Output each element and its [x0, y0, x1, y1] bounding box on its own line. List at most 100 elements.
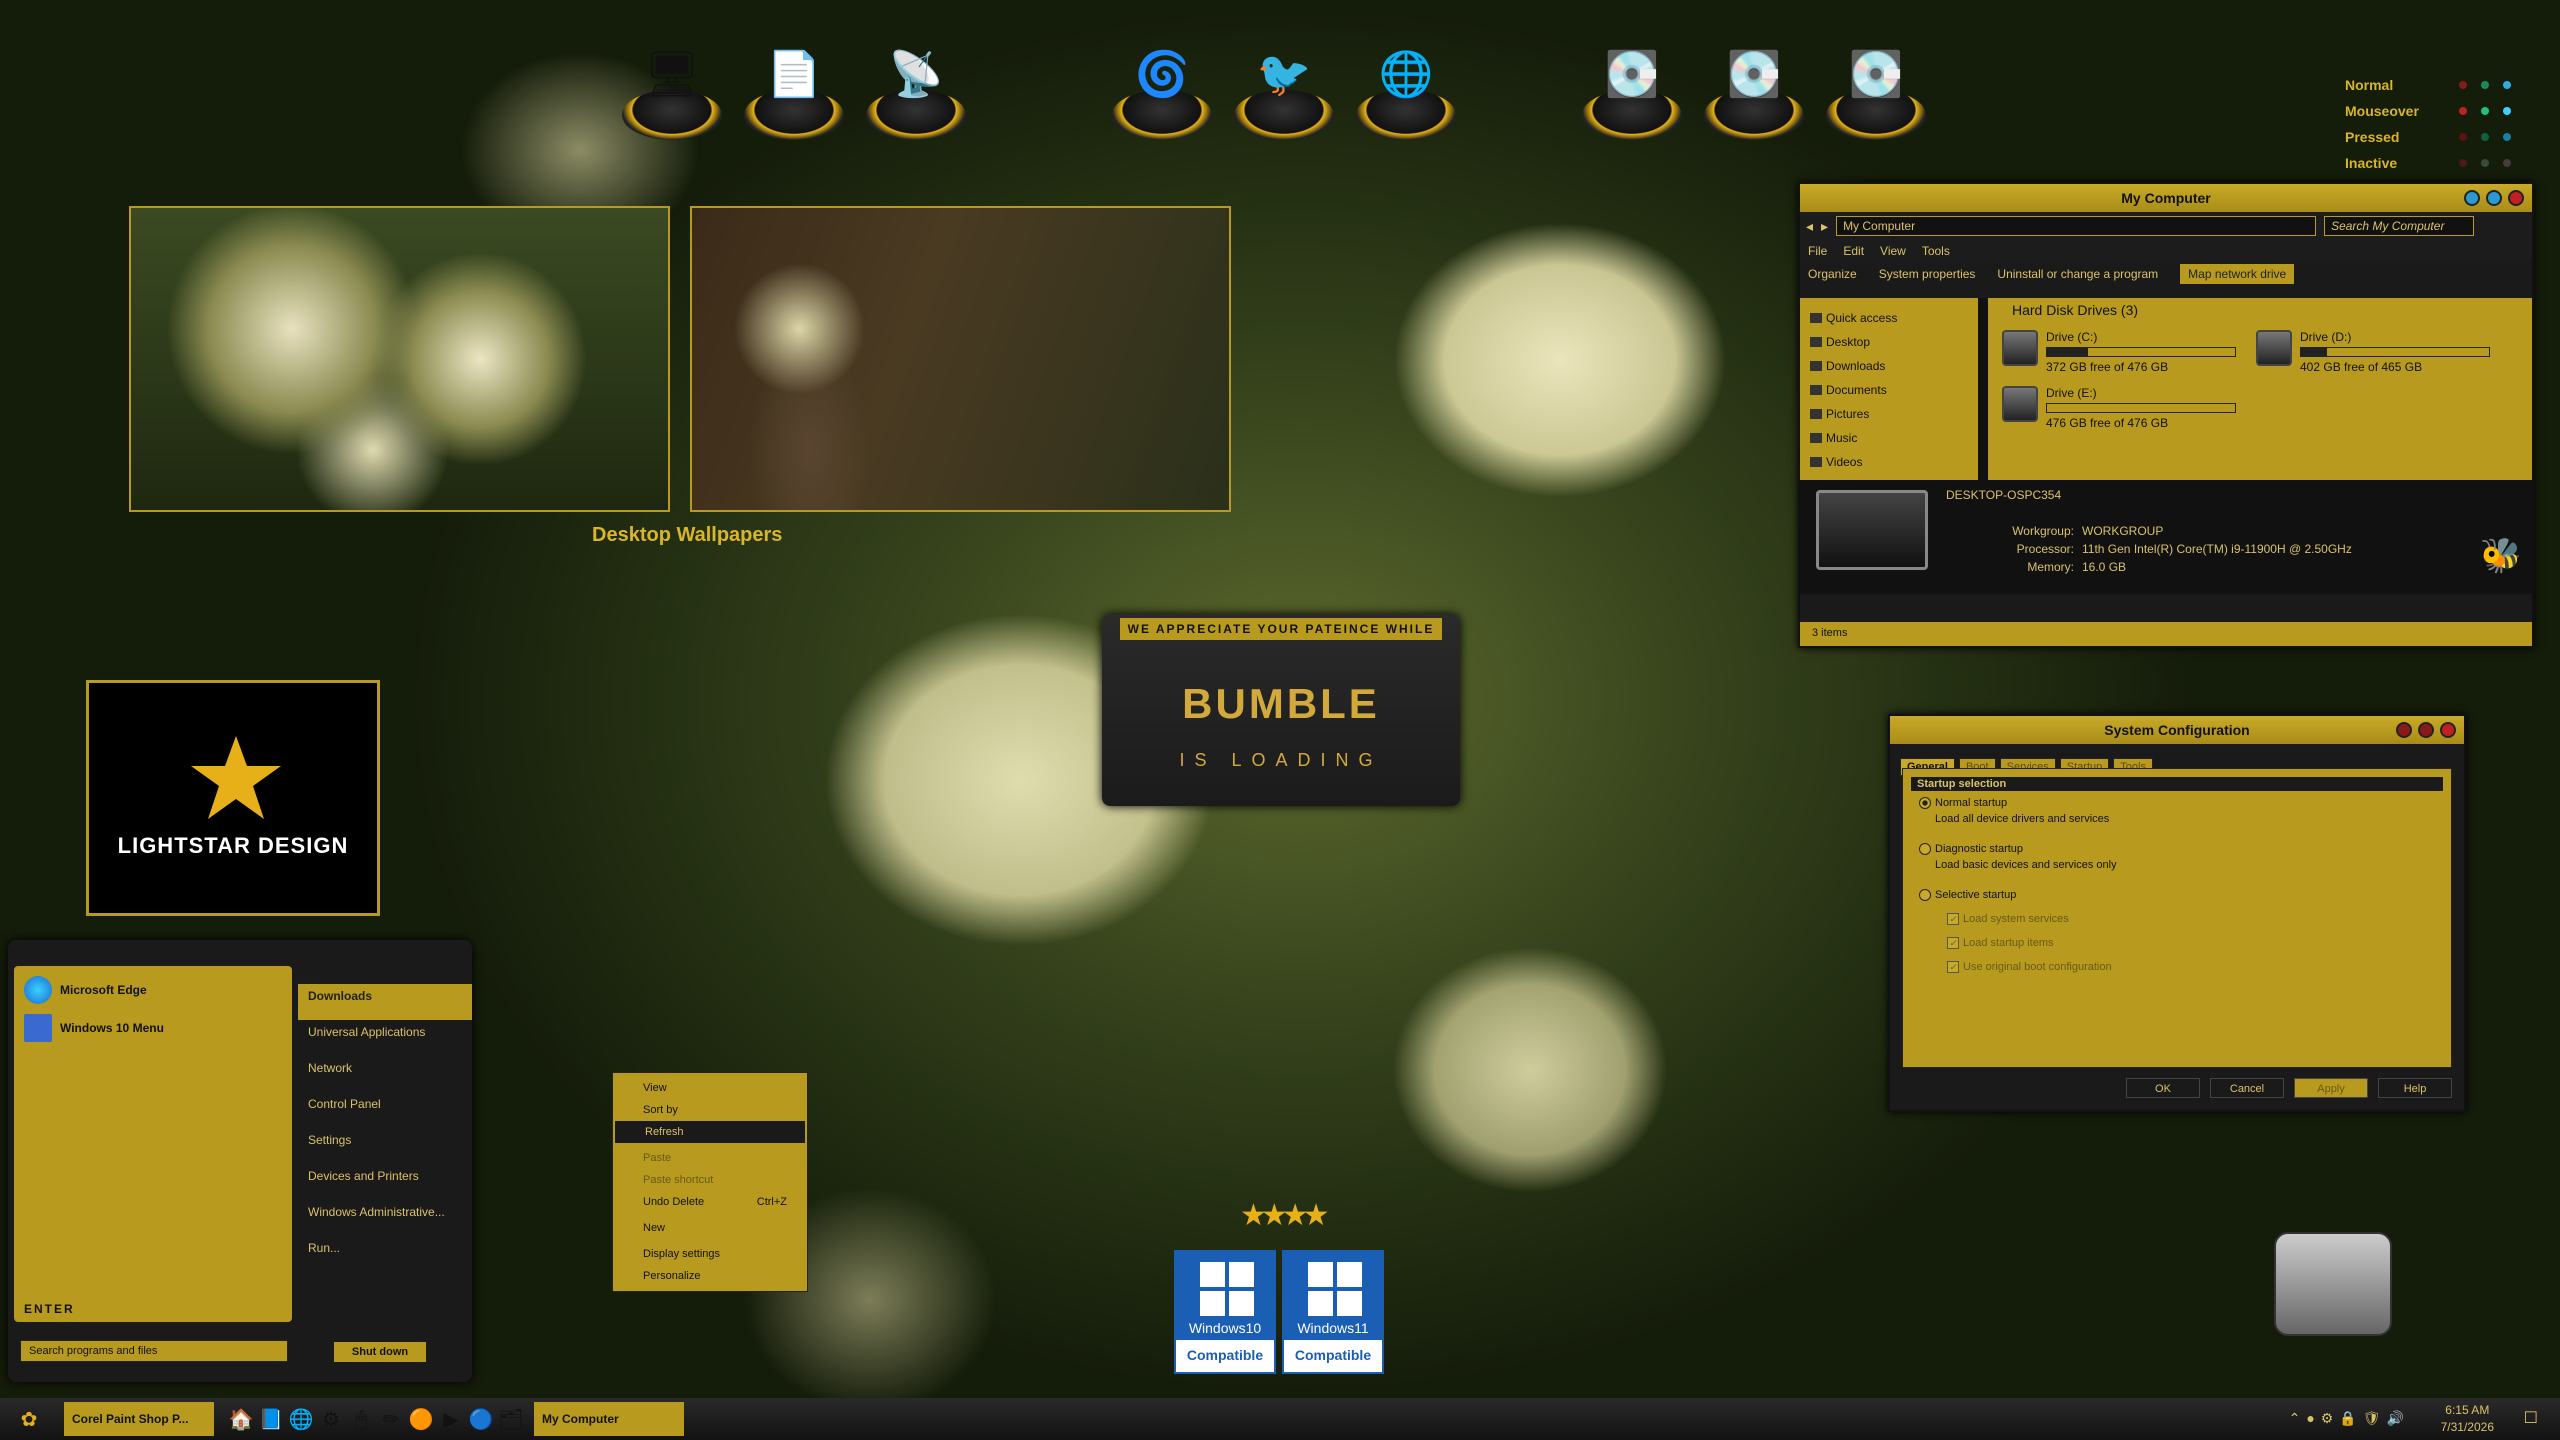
start-link-control-panel[interactable]: Control Panel — [298, 1092, 472, 1128]
cancel-button[interactable]: Cancel — [2210, 1078, 2284, 1098]
enter-label: ENTER — [24, 1302, 75, 1316]
close-button[interactable] — [2508, 190, 2524, 206]
maximize-button[interactable] — [2418, 722, 2434, 738]
drive-e[interactable]: Drive (E:) 476 GB free of 476 GB — [2002, 386, 2236, 430]
search-input[interactable]: Search My Computer — [2324, 216, 2475, 236]
start-link-run[interactable]: Run... — [298, 1236, 472, 1272]
edge-icon — [24, 976, 52, 1004]
ok-button[interactable]: OK — [2126, 1078, 2200, 1098]
menu-edit[interactable]: Edit — [1843, 244, 1864, 258]
drive-c[interactable]: Drive (C:) 372 GB free of 476 GB — [2002, 330, 2236, 374]
minimize-button[interactable] — [2464, 190, 2480, 206]
nav-item[interactable]: Desktop — [1804, 330, 1974, 354]
back-icon[interactable]: ◂ — [1806, 218, 1813, 235]
drive-icon[interactable]: 💽 — [1580, 40, 1684, 140]
minimize-button[interactable] — [2396, 722, 2412, 738]
ctx-display-settings[interactable]: Display settings — [613, 1243, 807, 1265]
app-icon[interactable]: 📘 — [256, 1404, 286, 1434]
system-tray-icons[interactable]: ⌃●⚙🔒🛡🔊 — [2289, 1410, 2410, 1427]
legend-label: Inactive — [2345, 155, 2398, 171]
network-icon[interactable]: 📡 — [864, 40, 968, 140]
taskbar-item-paintshop[interactable]: Corel Paint Shop P... — [64, 1402, 214, 1436]
ctx-personalize[interactable]: Personalize — [613, 1265, 807, 1287]
nav-item[interactable]: Pictures — [1804, 402, 1974, 426]
apply-button[interactable]: Apply — [2294, 1078, 2368, 1098]
thunderbird-icon[interactable]: 🐦 — [1232, 40, 1336, 140]
nav-item[interactable]: Quick access — [1804, 306, 1974, 330]
nav-scrollbar[interactable] — [1978, 298, 1988, 480]
ctx-undo-delete[interactable]: Undo Delete Ctrl+Z — [613, 1191, 807, 1213]
edge-icon[interactable]: 🌀 — [1110, 40, 1214, 140]
drive-icon[interactable]: 💽 — [1824, 40, 1928, 140]
computer-icon[interactable]: 🖥 — [620, 40, 724, 140]
normal-startup-radio[interactable]: Normal startup — [1919, 797, 2007, 809]
documents-icon[interactable]: 📄 — [742, 40, 846, 140]
window-titlebar[interactable]: My Computer — [1800, 184, 2532, 212]
content-pane: Hard Disk Drives (3) Drive (C:) 372 GB fr… — [1988, 298, 2532, 480]
app-icon[interactable]: 🌐 — [286, 1404, 316, 1434]
recycle-bin-icon[interactable] — [2274, 1232, 2392, 1336]
ctx-view[interactable]: View — [613, 1077, 807, 1099]
start-button-icon[interactable]: ✿ — [14, 1404, 44, 1434]
windows-logo-icon — [1308, 1262, 1362, 1316]
nav-item[interactable]: Documents — [1804, 378, 1974, 402]
uninstall-button[interactable]: Uninstall or change a program — [1997, 267, 2158, 281]
menu-file[interactable]: File — [1808, 244, 1827, 258]
use-original-boot-checkbox[interactable]: ✓ Use original boot configuration — [1947, 961, 2112, 973]
ctx-refresh[interactable]: Refresh — [615, 1121, 805, 1143]
help-button[interactable]: Help — [2378, 1078, 2452, 1098]
window-title: My Computer — [2121, 190, 2211, 206]
maximize-button[interactable] — [2486, 190, 2502, 206]
app-icon[interactable]: 🏠 — [226, 1404, 256, 1434]
app-icon[interactable]: ⚙ — [316, 1404, 346, 1434]
pinned-windows-10-menu[interactable]: Windows 10 Menu — [14, 1004, 292, 1042]
organize-button[interactable]: Organize — [1808, 267, 1857, 281]
start-link-universal-apps[interactable]: Universal Applications — [298, 1020, 472, 1056]
window-icon — [24, 1014, 52, 1042]
taskbar-item-my-computer[interactable]: My Computer — [534, 1402, 684, 1436]
pinned-edge[interactable]: Microsoft Edge — [14, 966, 292, 1004]
nav-item[interactable]: Videos — [1804, 450, 1974, 474]
menu-bar: File Edit View Tools — [1800, 240, 2532, 260]
app-icon[interactable]: ▶ — [436, 1404, 466, 1434]
app-icon[interactable]: 🗂 — [496, 1404, 526, 1434]
notification-icon[interactable]: ☐ — [2524, 1408, 2538, 1428]
system-properties-button[interactable]: System properties — [1879, 267, 1976, 281]
start-link-network[interactable]: Network — [298, 1056, 472, 1092]
wallpaper-preview-1[interactable] — [129, 206, 670, 512]
ctx-sort-by[interactable]: Sort by — [613, 1099, 807, 1121]
ctx-paste-shortcut[interactable]: Paste shortcut — [613, 1169, 807, 1191]
start-link-downloads[interactable]: Downloads — [298, 984, 472, 1020]
forward-icon[interactable]: ▸ — [1821, 218, 1828, 235]
menu-tools[interactable]: Tools — [1922, 244, 1950, 258]
start-link-settings[interactable]: Settings — [298, 1128, 472, 1164]
nav-item[interactable]: Music — [1804, 426, 1974, 450]
selective-startup-radio[interactable]: Selective startup — [1919, 889, 2016, 901]
start-search-input[interactable]: Search programs and files — [20, 1340, 288, 1362]
menu-view[interactable]: View — [1880, 244, 1906, 258]
clock[interactable]: 6:15 AM 7/31/2026 — [2441, 1402, 2494, 1436]
load-system-services-checkbox[interactable]: ✓ Load system services — [1947, 913, 2069, 925]
app-icon[interactable]: 🟠 — [406, 1404, 436, 1434]
app-icon[interactable]: 🔵 — [466, 1404, 496, 1434]
app-icon[interactable]: 🖱 — [346, 1404, 376, 1434]
taskbar: ✿ Corel Paint Shop P... 🏠 📘 🌐 ⚙ 🖱 ✏ 🟠 ▶ … — [0, 1398, 2560, 1440]
close-button[interactable] — [2440, 722, 2456, 738]
shutdown-button[interactable]: Shut down — [334, 1342, 426, 1362]
address-input[interactable]: My Computer — [1836, 216, 2317, 236]
start-link-windows-admin[interactable]: Windows Administrative... — [298, 1200, 472, 1236]
window-titlebar[interactable]: System Configuration — [1890, 716, 2464, 744]
load-startup-items-checkbox[interactable]: ✓ Load startup items — [1947, 937, 2054, 949]
status-bar: 3 items — [1800, 622, 2532, 646]
drive-icon[interactable]: 💽 — [1702, 40, 1806, 140]
start-link-devices[interactable]: Devices and Printers — [298, 1164, 472, 1200]
ctx-paste[interactable]: Paste — [613, 1147, 807, 1169]
diagnostic-startup-radio[interactable]: Diagnostic startup — [1919, 843, 2023, 855]
google-earth-pro-icon[interactable]: 🌐 — [1354, 40, 1458, 140]
drive-d[interactable]: Drive (D:) 402 GB free of 465 GB — [2256, 330, 2490, 374]
app-icon[interactable]: ✏ — [376, 1404, 406, 1434]
map-network-drive-button[interactable]: Map network drive — [2180, 264, 2295, 284]
wallpaper-preview-2[interactable] — [690, 206, 1231, 512]
nav-item[interactable]: Downloads — [1804, 354, 1974, 378]
ctx-new[interactable]: New — [613, 1217, 807, 1239]
